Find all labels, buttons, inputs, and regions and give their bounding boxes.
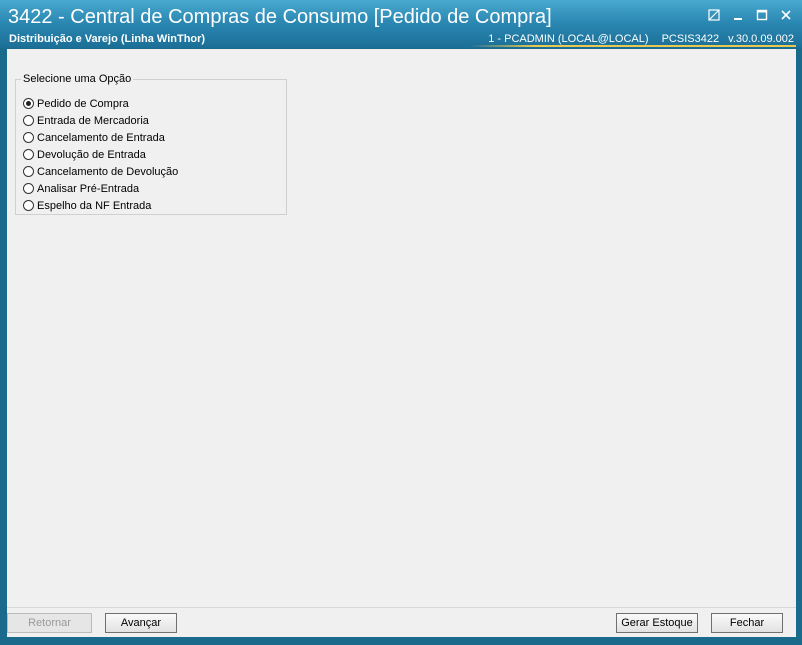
radio-cancelamento-de-entrada[interactable]: Cancelamento de Entrada: [23, 129, 178, 146]
radio-pedido-de-compra[interactable]: Pedido de Compra: [23, 95, 178, 112]
radio-button-checked[interactable]: [23, 98, 34, 109]
groupbox-legend: Selecione uma Opção: [21, 73, 134, 85]
generate-stock-button[interactable]: Gerar Estoque: [616, 613, 698, 633]
close-button[interactable]: Fechar: [711, 613, 783, 633]
radio-devolucao-de-entrada[interactable]: Devolução de Entrada: [23, 146, 178, 163]
title-bar[interactable]: 3422 - Central de Compras de Consumo [Pe…: [0, 0, 802, 48]
radio-label: Entrada de Mercadoria: [37, 114, 149, 127]
radio-label: Espelho da NF Entrada: [37, 199, 152, 212]
title-accent-line: [470, 45, 796, 47]
back-button[interactable]: Retornar: [7, 613, 92, 633]
radio-analisar-pre-entrada[interactable]: Analisar Pré-Entrada: [23, 180, 178, 197]
app-window: 3422 - Central de Compras de Consumo [Pe…: [0, 0, 802, 645]
radio-button[interactable]: [23, 166, 34, 177]
next-button[interactable]: Avançar: [105, 613, 177, 633]
radio-cancelamento-de-devolucao[interactable]: Cancelamento de Devolução: [23, 163, 178, 180]
radio-entrada-de-mercadoria[interactable]: Entrada de Mercadoria: [23, 112, 178, 129]
user-info: 1 - PCADMIN (LOCAL@LOCAL): [488, 33, 649, 45]
minimize-icon[interactable]: [730, 8, 746, 22]
version-label: v.30.0.09.002: [728, 33, 794, 45]
radio-button[interactable]: [23, 115, 34, 126]
radio-button[interactable]: [23, 183, 34, 194]
radio-espelho-da-nf-entrada[interactable]: Espelho da NF Entrada: [23, 197, 178, 214]
radio-label: Pedido de Compra: [37, 97, 129, 110]
window-bottom-edge: [0, 637, 802, 645]
radio-button[interactable]: [23, 149, 34, 160]
maximize-icon[interactable]: [754, 8, 770, 22]
radio-button[interactable]: [23, 132, 34, 143]
window-subtitle: Distribuição e Varejo (Linha WinThor): [9, 33, 206, 45]
radio-label: Cancelamento de Devolução: [37, 165, 179, 178]
radio-button[interactable]: [23, 200, 34, 211]
radio-label: Devolução de Entrada: [37, 148, 146, 161]
restore-alt-icon[interactable]: [706, 8, 722, 22]
window-title: 3422 - Central de Compras de Consumo [Pe…: [8, 6, 552, 28]
footer-bar: Retornar Avançar Gerar Estoque Fechar: [7, 607, 796, 637]
session-info: 1 - PCADMIN (LOCAL@LOCAL) PCSIS3422 v.30…: [478, 33, 794, 45]
window-controls: [706, 8, 794, 22]
close-icon[interactable]: [778, 8, 794, 22]
radio-label: Analisar Pré-Entrada: [37, 182, 140, 195]
option-list: Pedido de Compra Entrada de Mercadoria C…: [23, 95, 178, 214]
program-code: PCSIS3422: [661, 33, 720, 45]
option-groupbox: Selecione uma Opção Pedido de Compra Ent…: [15, 73, 287, 215]
radio-label: Cancelamento de Entrada: [37, 131, 165, 144]
client-area: Selecione uma Opção Pedido de Compra Ent…: [7, 49, 796, 607]
